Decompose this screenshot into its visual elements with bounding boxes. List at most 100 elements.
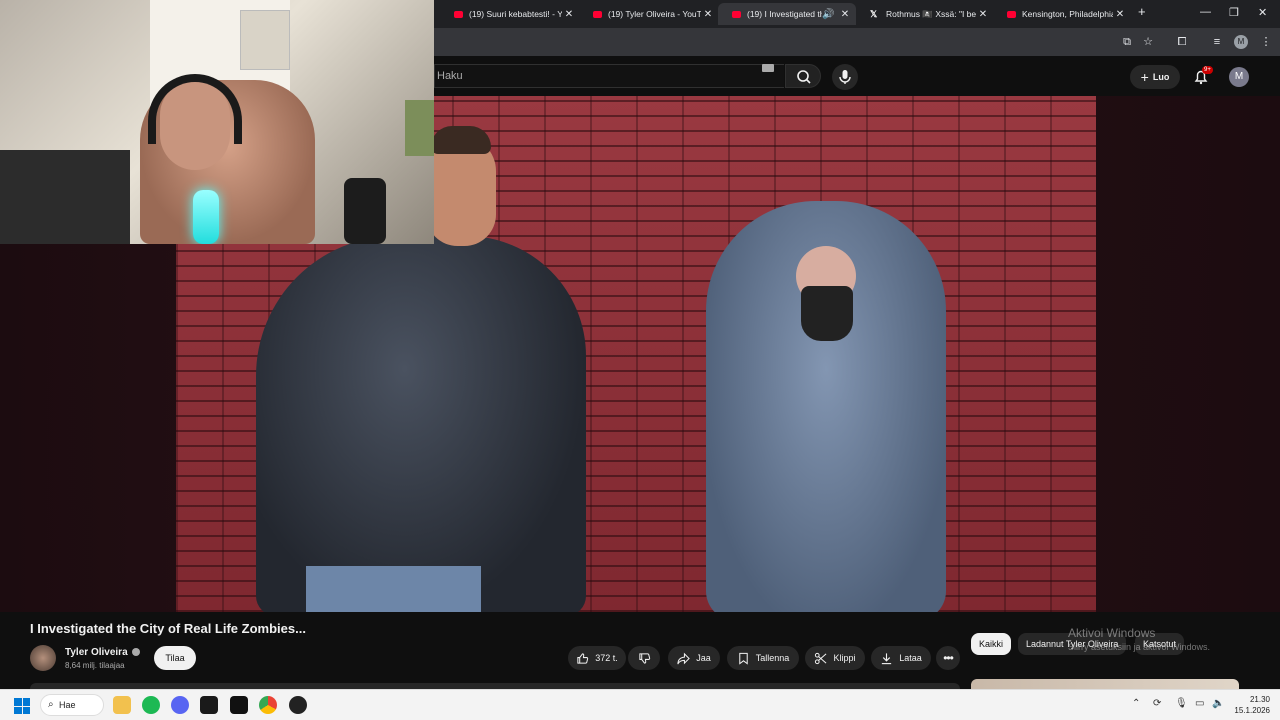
youtube-favicon — [1007, 10, 1016, 18]
clip-label: Klippi — [833, 653, 856, 663]
share-icon — [677, 652, 691, 664]
verified-icon — [131, 648, 140, 657]
clock-time: 21.30 — [1249, 695, 1270, 704]
video-person-jeans — [306, 566, 481, 612]
extensions-icon[interactable]: ⧠ — [1175, 35, 1189, 49]
browser-tab-3-active[interactable]: (19) I Investigated the 🔊 ✕ — [718, 3, 856, 25]
browser-tab-2[interactable]: (19) Tyler Oliveira - YouTu ✕ — [579, 3, 719, 25]
dislike-button[interactable] — [628, 646, 660, 670]
webcam-poster — [405, 100, 434, 156]
cast-icon[interactable]: ⧉ — [1120, 35, 1134, 49]
video-person-mask — [801, 286, 853, 341]
obs-icon[interactable] — [289, 696, 307, 714]
minimize-button[interactable]: — — [1200, 6, 1211, 18]
scissors-icon — [815, 652, 827, 664]
chip-all[interactable]: Kaikki — [971, 633, 1012, 655]
taskbar-clock[interactable]: 21.30 15.1.2026 — [1230, 694, 1270, 716]
tab-title: (19) Suuri kebabtesti! - Yo — [469, 9, 562, 19]
youtube-header: Haku + Luo 9+ M — [434, 56, 1280, 96]
create-button[interactable]: + Luo — [1130, 65, 1180, 89]
profile-icon[interactable]: M — [1234, 35, 1248, 49]
channel-name[interactable]: Tyler Oliveira — [65, 647, 128, 658]
like-button[interactable]: 372 t. — [568, 646, 626, 670]
more-actions-button[interactable]: ••• — [936, 646, 960, 670]
share-label: Jaa — [696, 653, 711, 663]
taskbar-search-label: Hae — [59, 700, 76, 710]
menu-dots-icon[interactable]: ⋮ — [1259, 35, 1273, 49]
more-horizontal-icon: ••• — [943, 651, 954, 665]
tab-title: (19) Tyler Oliveira - YouTu — [608, 9, 701, 19]
close-window-button[interactable]: ✕ — [1258, 6, 1267, 19]
webcam-overlay — [0, 0, 434, 244]
thumbs-down-icon — [638, 652, 650, 664]
browser-tab-5[interactable]: Kensington, Philadelphia. ✕ — [993, 3, 1131, 25]
download-button[interactable]: Lataa — [871, 646, 931, 670]
microphone-light — [193, 190, 219, 244]
x-favicon: 𝕏 — [870, 8, 878, 19]
tab-close-icon[interactable]: ✕ — [838, 9, 852, 20]
tab-close-icon[interactable]: ✕ — [976, 9, 990, 20]
subscribe-button[interactable]: Tilaa — [154, 646, 196, 670]
network-icon[interactable]: ▭ — [1195, 698, 1204, 709]
volume-icon[interactable]: 🔈 — [1212, 698, 1224, 709]
channel-name-row[interactable]: Tyler Oliveira — [65, 647, 140, 658]
search-icon: ⌕ — [48, 699, 54, 710]
account-avatar[interactable]: M — [1229, 67, 1249, 87]
speaker-icon[interactable]: 🔊 — [822, 9, 834, 20]
download-icon — [882, 652, 892, 664]
capcut-icon[interactable] — [230, 696, 248, 714]
restore-button[interactable]: ❐ — [1229, 6, 1239, 19]
chrome-icon[interactable] — [259, 696, 277, 714]
browser-tab-1[interactable]: (19) Suuri kebabtesti! - Yo ✕ — [440, 3, 580, 25]
recommended-thumbnail[interactable] — [971, 679, 1239, 689]
tab-title: Kensington, Philadelphia. — [1022, 9, 1113, 19]
clip-button[interactable]: Klippi — [805, 646, 865, 670]
youtube-favicon — [732, 10, 741, 18]
bookmark-star-icon[interactable]: ☆ — [1141, 35, 1155, 49]
video-person-hair — [431, 126, 491, 154]
windows-taskbar: ⌕ Hae ⌃ ⟳ 🎙 ▭ 🔈 21.30 15.1.2026 — [0, 689, 1280, 720]
notification-badge: 9+ — [1202, 66, 1213, 74]
discord-icon[interactable] — [171, 696, 189, 714]
plus-icon: + — [1140, 69, 1149, 85]
create-label: Luo — [1152, 72, 1170, 82]
tab-title: Rothmus 🏴‍☠️ Xssä: "I beli — [886, 8, 976, 19]
search-input[interactable]: Haku — [434, 64, 784, 88]
youtube-favicon — [454, 10, 463, 18]
keyboard-icon[interactable] — [762, 64, 774, 72]
thumbs-up-icon — [577, 652, 589, 664]
webcam-sofa — [0, 150, 130, 244]
file-explorer-icon[interactable] — [113, 696, 131, 714]
windows-activation-watermark: Aktivoi Windows Siirry asetuksiin ja akt… — [1068, 626, 1210, 652]
like-count: 372 t. — [595, 653, 618, 663]
tab-close-icon[interactable]: ✕ — [562, 9, 576, 20]
channel-avatar[interactable] — [30, 645, 56, 671]
tray-chevron-up-icon[interactable]: ⌃ — [1132, 698, 1140, 709]
tab-title: (19) I Investigated the — [747, 9, 822, 19]
media-control-icon[interactable]: ≡ — [1210, 35, 1224, 49]
sync-icon[interactable]: ⟳ — [1153, 698, 1161, 709]
webcam-bottle — [344, 178, 386, 244]
windows-start-icon[interactable] — [14, 698, 30, 714]
tab-close-icon[interactable]: ✕ — [701, 9, 715, 20]
share-button[interactable]: Jaa — [668, 646, 720, 670]
new-tab-button[interactable]: + — [1138, 4, 1146, 19]
search-button[interactable] — [785, 64, 821, 88]
screen: (19) Suuri kebabtesti! - Yo ✕ (19) Tyler… — [0, 0, 1280, 720]
subscriber-count: 8,64 milj. tilaajaa — [65, 661, 125, 670]
notion-like-app-icon[interactable] — [200, 696, 218, 714]
webcam-shelf — [240, 10, 290, 70]
activation-subtitle: Siirry asetuksiin ja aktivoi Windows. — [1068, 642, 1211, 652]
save-label: Tallenna — [755, 653, 790, 663]
tab-close-icon[interactable]: ✕ — [1113, 9, 1127, 20]
taskbar-search[interactable]: ⌕ Hae — [40, 694, 104, 716]
browser-tab-4[interactable]: 𝕏 Rothmus 🏴‍☠️ Xssä: "I beli ✕ — [856, 3, 994, 25]
bookmark-icon — [739, 652, 748, 665]
search-icon — [797, 70, 811, 84]
spotify-icon[interactable] — [142, 696, 160, 714]
save-button[interactable]: Tallenna — [727, 646, 799, 670]
youtube-favicon — [593, 10, 602, 18]
video-title: I Investigated the City of Real Life Zom… — [30, 621, 306, 636]
microphone-tray-icon[interactable]: 🎙 — [1175, 698, 1188, 709]
voice-search-button[interactable] — [832, 64, 858, 90]
